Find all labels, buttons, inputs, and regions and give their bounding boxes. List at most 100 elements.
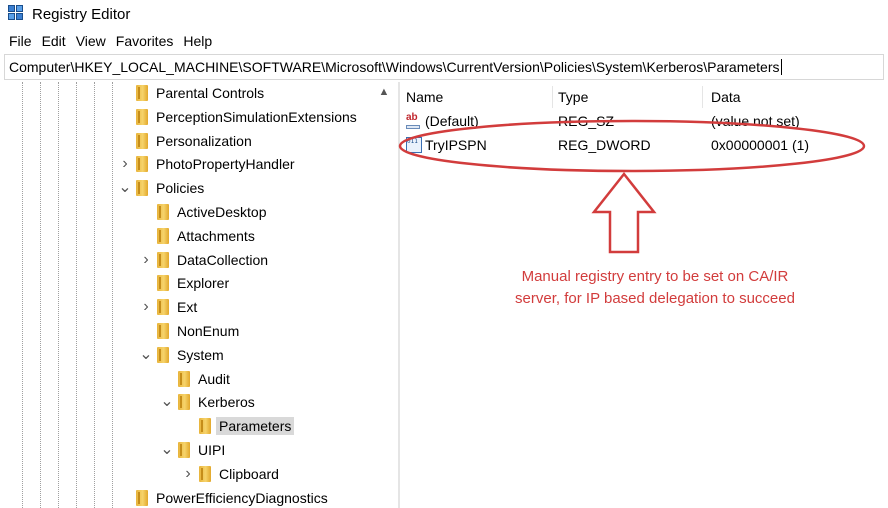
tree-guide-line: [22, 82, 23, 508]
tree-item[interactable]: › DataCollection: [139, 249, 268, 271]
tree-guide-line: [94, 82, 95, 508]
chevron-right-icon[interactable]: ›: [139, 298, 153, 315]
folder-icon: [157, 323, 169, 339]
tree-item-label: ActiveDesktop: [177, 204, 267, 220]
tree-item-label: System: [177, 346, 224, 363]
tree-item-label: Clipboard: [219, 465, 279, 482]
tree-item[interactable]: PerceptionSimulationExtensions: [118, 106, 357, 128]
column-separator[interactable]: [552, 86, 553, 108]
menu-favorites[interactable]: Favorites: [116, 33, 174, 49]
annotation-line-1: Manual registry entry to be set on CA/IR: [521, 268, 789, 285]
tree-connector: [118, 86, 132, 100]
menu-file[interactable]: File: [9, 33, 32, 49]
tree-item[interactable]: Personalization: [118, 130, 252, 152]
chevron-down-icon[interactable]: ⌄: [160, 442, 174, 458]
tree-connector: [181, 419, 195, 433]
folder-icon: [136, 85, 148, 101]
tree-item-label: PerceptionSimulationExtensions: [156, 108, 357, 125]
tree-item[interactable]: ActiveDesktop: [139, 201, 266, 223]
tree-connector: [118, 134, 132, 148]
chevron-right-icon[interactable]: ›: [118, 155, 132, 172]
value-row-default[interactable]: ab (Default) REG_SZ (value not set): [400, 110, 880, 132]
tree-item-label: Policies: [156, 180, 205, 197]
folder-icon: [199, 465, 211, 482]
tree-item[interactable]: ⌄ Policies: [118, 177, 204, 199]
registry-editor-icon: [8, 5, 26, 23]
tree-item[interactable]: ⌄ UIPI: [160, 439, 225, 461]
tree-item-label: Kerberos: [198, 394, 255, 411]
tree-item[interactable]: Attachments: [139, 225, 255, 247]
folder-icon: [136, 132, 148, 149]
folder-icon: [136, 180, 148, 197]
column-header-data[interactable]: Data: [711, 86, 741, 108]
tree-item-label: Personalization: [156, 132, 252, 149]
menu-bar: File Edit View Favorites Help: [0, 30, 222, 52]
value-row-tryipspn[interactable]: 011 110 011 TryIPSPN REG_DWORD 0x0000000…: [400, 134, 880, 156]
menu-view[interactable]: View: [76, 33, 106, 49]
menu-edit[interactable]: Edit: [42, 33, 66, 49]
tree-item-label: DataCollection: [177, 251, 269, 268]
folder-icon: [157, 346, 169, 363]
tree-guide-line: [40, 82, 41, 508]
folder-icon: [178, 394, 190, 411]
tree-connector: [160, 372, 174, 386]
folder-icon: [157, 299, 169, 316]
tree-connector: [139, 324, 153, 338]
tree-item[interactable]: Parameters: [181, 415, 295, 437]
title-bar: Registry Editor: [0, 0, 888, 28]
column-header-name[interactable]: Name: [406, 86, 443, 108]
tree-item-label: UIPI: [198, 442, 226, 458]
folder-icon: [136, 156, 148, 173]
tree-item-label: PhotoPropertyHandler: [156, 156, 295, 173]
tree-connector: [118, 110, 132, 124]
tree-item[interactable]: › PhotoPropertyHandler: [118, 153, 295, 175]
chevron-down-icon[interactable]: ⌄: [160, 394, 174, 410]
tree-connector: [139, 276, 153, 290]
value-data: (value not set): [711, 113, 800, 129]
tree-item[interactable]: PowerEfficiencyDiagnostics: [118, 487, 328, 508]
value-data: 0x00000001 (1): [711, 137, 810, 153]
tree-item[interactable]: Parental Controls: [118, 82, 264, 104]
tree-item-label: Parameters: [216, 417, 295, 436]
tree-item[interactable]: › Clipboard: [181, 463, 279, 485]
folder-icon: [178, 442, 190, 458]
menu-help[interactable]: Help: [183, 33, 212, 49]
folder-icon: [136, 108, 148, 125]
scroll-up-icon[interactable]: ▲: [372, 86, 396, 102]
chevron-down-icon[interactable]: ⌄: [118, 180, 132, 196]
annotation-line-2: server, for IP based delegation to succe…: [515, 290, 795, 307]
tree-item[interactable]: ⌄ Kerberos: [160, 391, 255, 413]
chevron-right-icon[interactable]: ›: [181, 465, 195, 482]
folder-icon: [157, 227, 169, 244]
chevron-down-icon[interactable]: ⌄: [139, 346, 153, 362]
text-caret: [780, 59, 782, 75]
tree-connector: [118, 491, 132, 505]
tree-item-label: Attachments: [177, 227, 255, 244]
folder-icon: [178, 370, 190, 387]
folder-icon: [157, 204, 169, 220]
value-name: TryIPSPN: [425, 137, 487, 153]
value-name: (Default): [425, 113, 479, 129]
tree-item-label: Explorer: [177, 275, 230, 292]
address-path: Computer\HKEY_LOCAL_MACHINE\SOFTWARE\Mic…: [9, 59, 780, 75]
key-tree: Parental Controls PerceptionSimulationExt…: [4, 82, 396, 508]
folder-icon: [157, 275, 169, 292]
tree-item-label: Parental Controls: [156, 85, 265, 101]
window-title: Registry Editor: [32, 5, 131, 23]
value-type: REG_DWORD: [558, 137, 651, 153]
tree-item[interactable]: Audit: [160, 368, 230, 390]
chevron-right-icon[interactable]: ›: [139, 251, 153, 268]
column-separator[interactable]: [702, 86, 703, 108]
tree-scrollbar[interactable]: ▲: [372, 82, 396, 508]
binary-value-icon: 011 110 011: [406, 137, 422, 153]
scroll-track[interactable]: [377, 106, 391, 506]
tree-item[interactable]: › Ext: [139, 296, 197, 318]
tree-item[interactable]: ⌄ System: [139, 344, 224, 366]
tree-item[interactable]: Explorer: [139, 272, 229, 294]
tree-guide-line: [58, 82, 59, 508]
folder-icon: [136, 489, 148, 506]
address-bar[interactable]: Computer\HKEY_LOCAL_MACHINE\SOFTWARE\Mic…: [4, 54, 884, 80]
tree-item[interactable]: NonEnum: [139, 320, 239, 342]
tree-guide-line: [112, 82, 113, 508]
column-header-type[interactable]: Type: [558, 86, 588, 108]
